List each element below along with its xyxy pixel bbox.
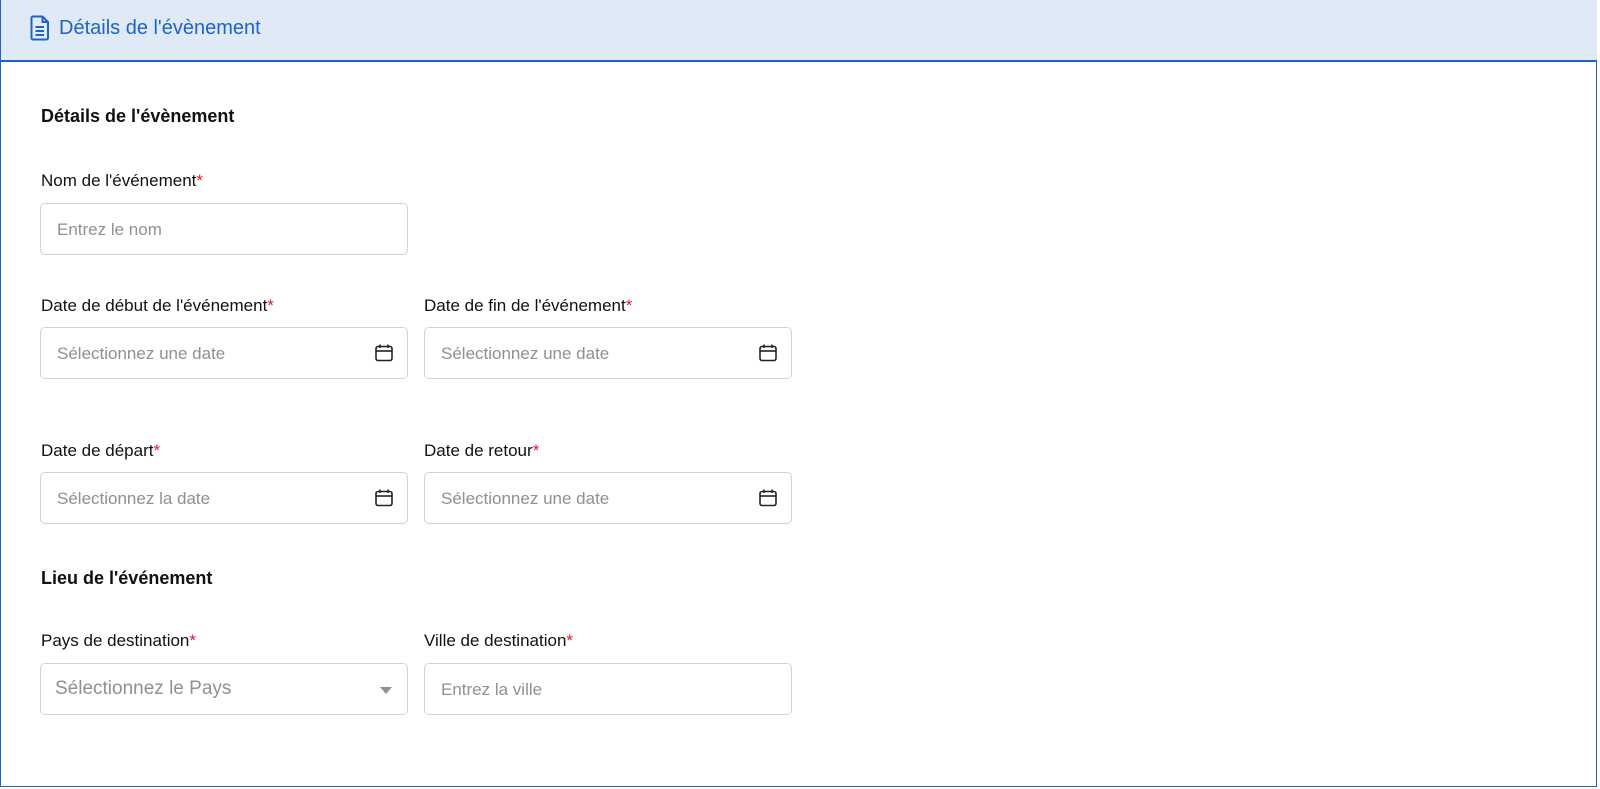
end-date-placeholder: Sélectionnez une date xyxy=(441,344,610,363)
end-date-input[interactable]: Sélectionnez une date xyxy=(424,327,792,379)
section-title-details: Détails de l'évènement xyxy=(41,106,235,126)
start-date-placeholder: Sélectionnez une date xyxy=(57,344,226,363)
departure-date-label-text: Date de départ xyxy=(41,441,154,460)
return-date-label-text: Date de retour xyxy=(424,441,533,460)
section-title-location: Lieu de l'événement xyxy=(41,568,213,588)
required-mark: * xyxy=(566,631,574,650)
required-mark: * xyxy=(532,441,540,460)
country-label-text: Pays de destination xyxy=(41,631,190,650)
document-icon xyxy=(30,15,49,41)
country-label: Pays de destination* xyxy=(41,631,196,651)
start-date-label: Date de début de l'événement* xyxy=(41,296,274,316)
country-placeholder: Sélectionnez le Pays xyxy=(55,678,232,699)
required-mark: * xyxy=(267,296,274,315)
event-details-panel: Détails de l'évènement Détails de l'évèn… xyxy=(0,0,1597,787)
departure-date-label: Date de départ* xyxy=(41,441,160,461)
required-mark: * xyxy=(196,171,204,190)
end-date-label-text: Date de fin de l'événement xyxy=(424,296,626,315)
city-label-text: Ville de destination xyxy=(424,631,567,650)
calendar-icon[interactable] xyxy=(758,343,778,363)
city-input[interactable]: Entrez la ville xyxy=(424,663,792,715)
departure-date-input[interactable]: Sélectionnez la date xyxy=(40,472,408,524)
calendar-icon[interactable] xyxy=(758,488,778,508)
calendar-icon[interactable] xyxy=(374,488,394,508)
return-date-placeholder: Sélectionnez une date xyxy=(441,489,610,508)
return-date-input[interactable]: Sélectionnez une date xyxy=(424,472,792,524)
start-date-input[interactable]: Sélectionnez une date xyxy=(40,327,408,379)
start-date-label-text: Date de début de l'événement xyxy=(41,296,268,315)
return-date-label: Date de retour* xyxy=(424,441,539,461)
event-name-label-text: Nom de l'événement xyxy=(41,171,197,190)
departure-date-placeholder: Sélectionnez la date xyxy=(57,489,211,508)
required-mark: * xyxy=(189,631,197,650)
panel-header-title: Détails de l'évènement xyxy=(59,17,261,39)
panel-header: Détails de l'évènement xyxy=(1,0,1597,62)
chevron-down-icon xyxy=(380,687,392,694)
required-mark: * xyxy=(625,296,633,315)
required-mark: * xyxy=(153,441,161,460)
end-date-label: Date de fin de l'événement* xyxy=(424,296,632,316)
calendar-icon[interactable] xyxy=(374,343,394,363)
country-select[interactable]: Sélectionnez le Pays xyxy=(40,663,408,715)
city-label: Ville de destination* xyxy=(424,631,573,651)
event-name-input[interactable]: Entrez le nom xyxy=(40,203,408,255)
city-placeholder: Entrez la ville xyxy=(441,680,543,699)
event-name-placeholder: Entrez le nom xyxy=(57,220,162,239)
event-name-label: Nom de l'événement* xyxy=(41,171,203,191)
